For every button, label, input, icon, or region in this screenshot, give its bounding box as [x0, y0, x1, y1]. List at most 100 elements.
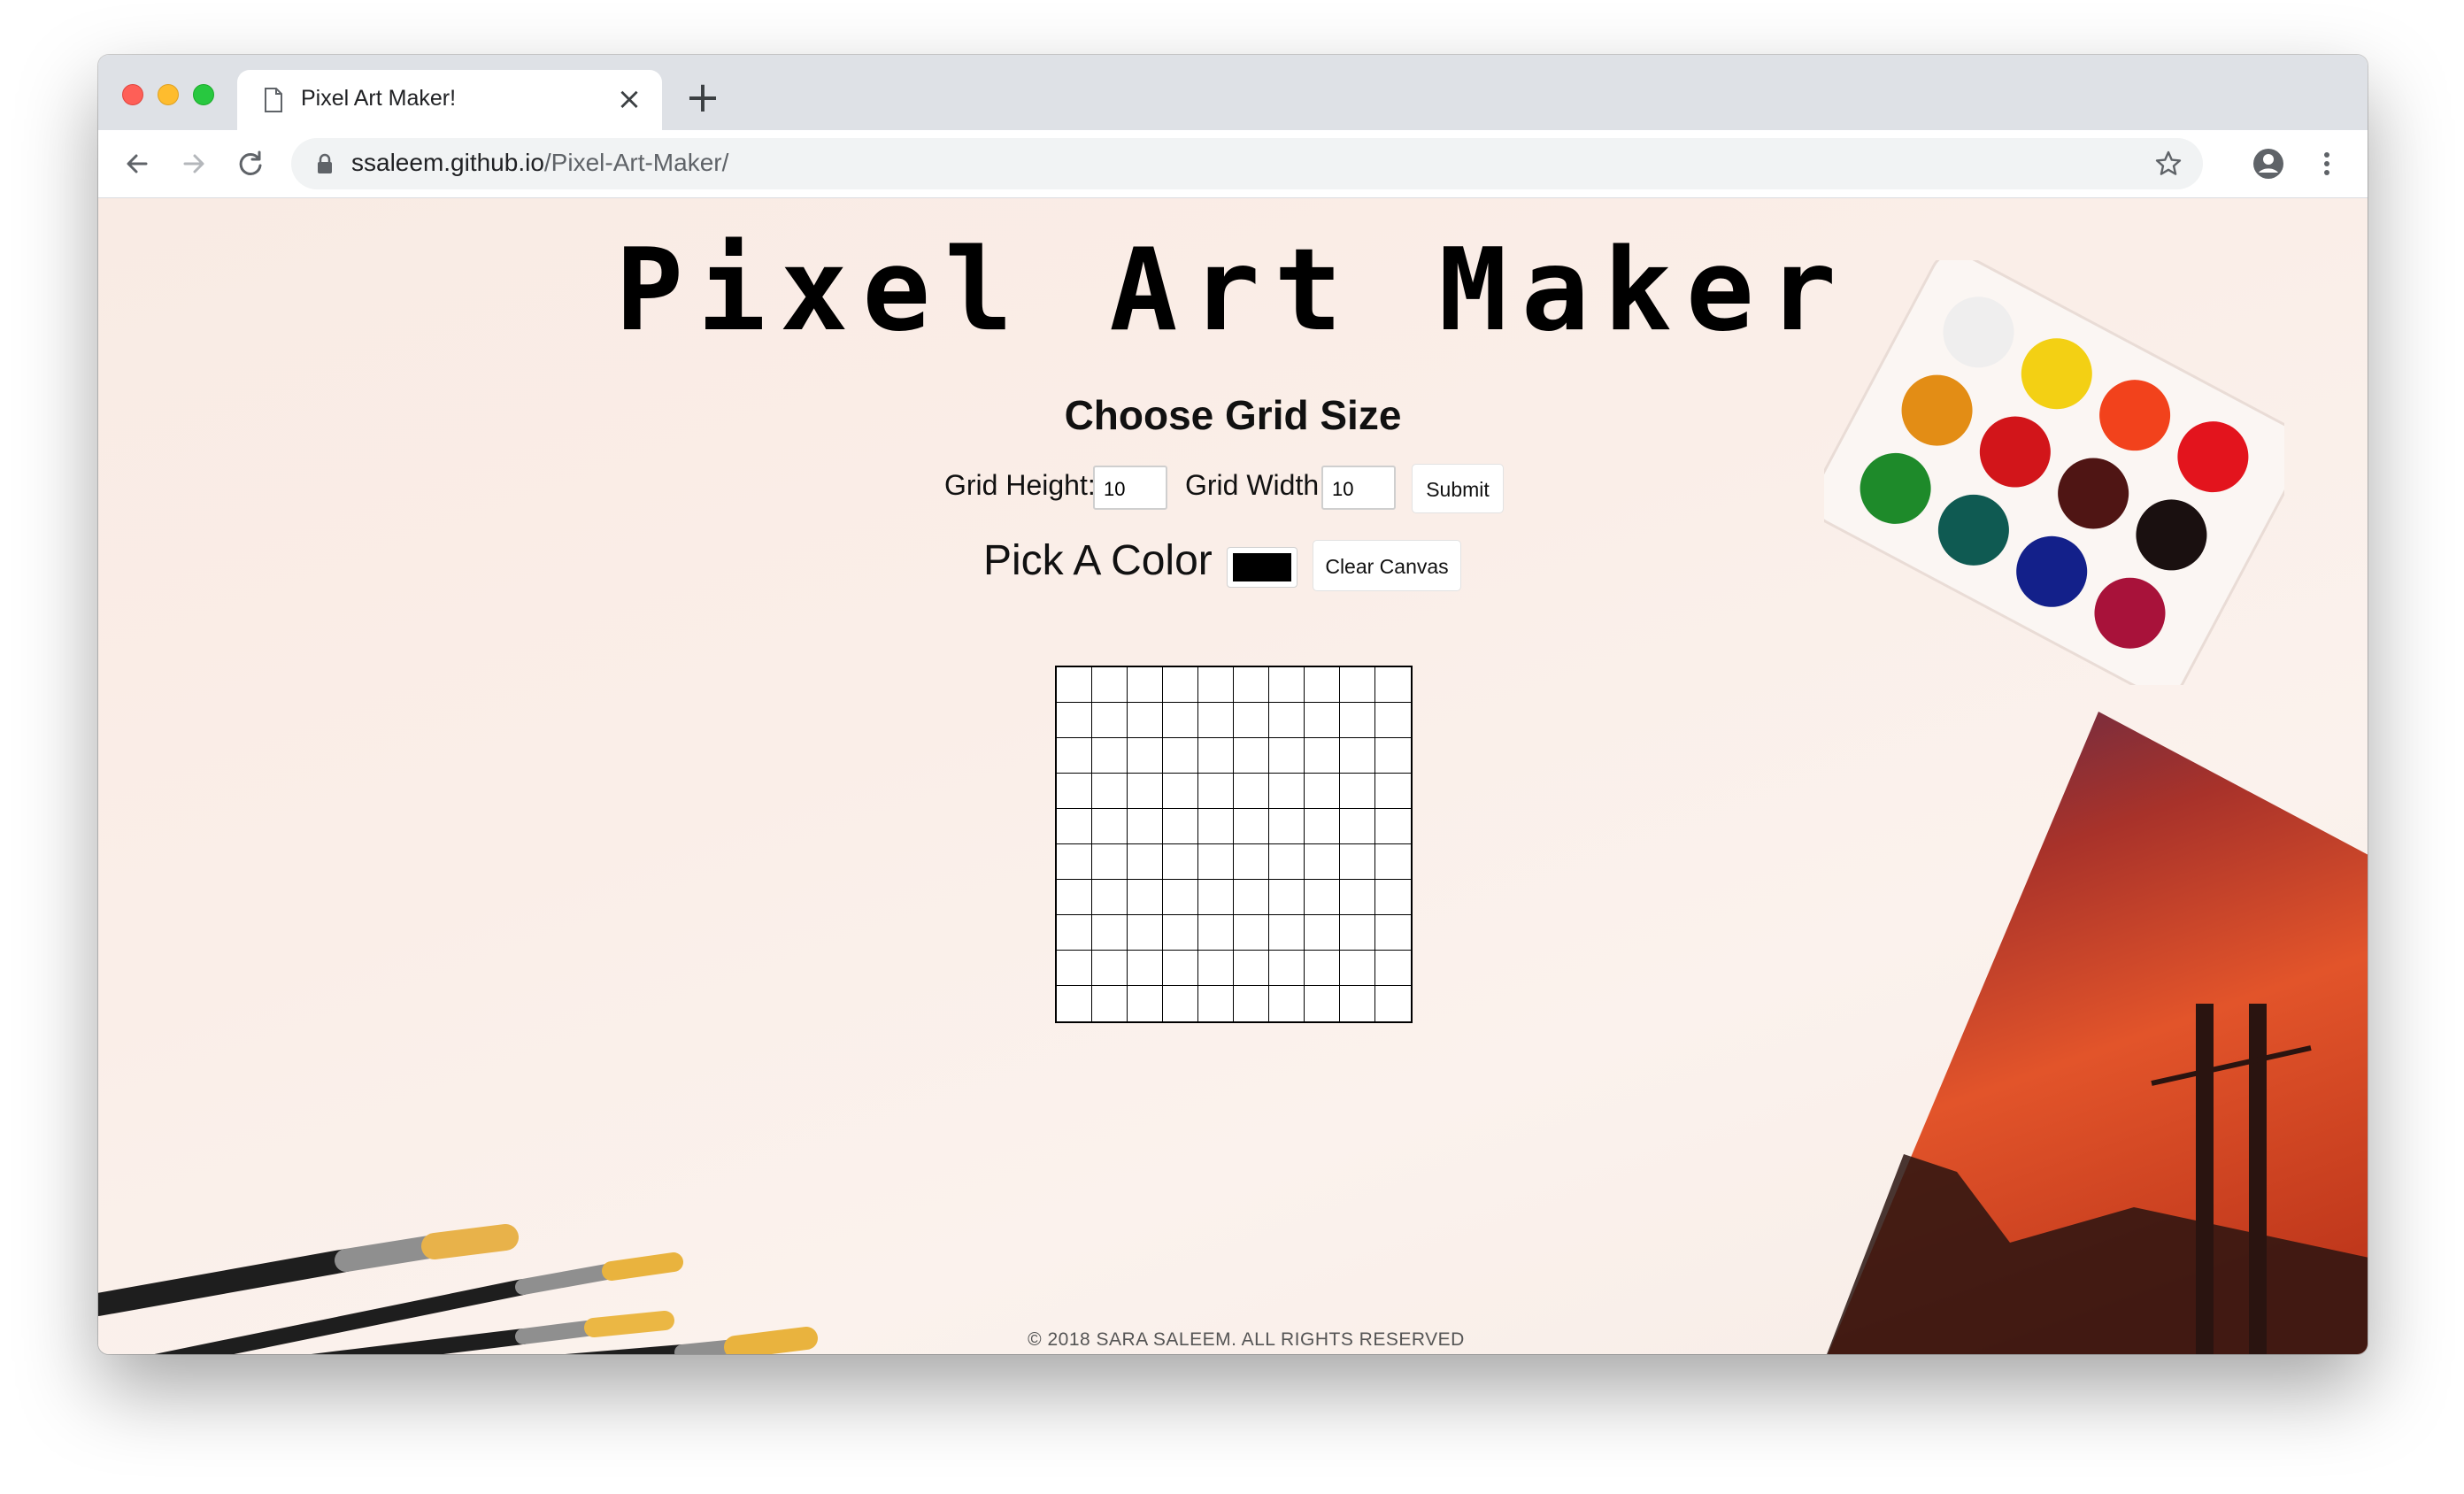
- grid-cell[interactable]: [1092, 809, 1128, 844]
- grid-cell[interactable]: [1128, 774, 1163, 809]
- grid-width-input[interactable]: 10: [1321, 466, 1396, 510]
- grid-cell[interactable]: [1234, 667, 1269, 703]
- grid-cell[interactable]: [1269, 880, 1305, 915]
- grid-cell[interactable]: [1057, 986, 1092, 1021]
- account-icon[interactable]: [2251, 146, 2286, 181]
- grid-cell[interactable]: [1340, 986, 1375, 1021]
- grid-cell[interactable]: [1163, 774, 1198, 809]
- grid-cell[interactable]: [1234, 915, 1269, 951]
- grid-cell[interactable]: [1198, 809, 1234, 844]
- grid-cell[interactable]: [1128, 915, 1163, 951]
- grid-cell[interactable]: [1340, 915, 1375, 951]
- grid-cell[interactable]: [1163, 880, 1198, 915]
- grid-cell[interactable]: [1057, 667, 1092, 703]
- grid-cell[interactable]: [1092, 951, 1128, 986]
- arrow-left-icon[interactable]: [119, 146, 155, 181]
- grid-cell[interactable]: [1375, 915, 1411, 951]
- minimize-window-button[interactable]: [158, 84, 179, 105]
- grid-cell[interactable]: [1234, 844, 1269, 880]
- grid-cell[interactable]: [1092, 986, 1128, 1021]
- reload-icon[interactable]: [233, 146, 268, 181]
- grid-cell[interactable]: [1198, 774, 1234, 809]
- grid-cell[interactable]: [1128, 951, 1163, 986]
- grid-cell[interactable]: [1305, 951, 1340, 986]
- grid-cell[interactable]: [1234, 951, 1269, 986]
- grid-cell[interactable]: [1163, 667, 1198, 703]
- grid-height-input[interactable]: 10: [1093, 466, 1167, 510]
- grid-cell[interactable]: [1269, 951, 1305, 986]
- grid-cell[interactable]: [1057, 915, 1092, 951]
- grid-cell[interactable]: [1269, 703, 1305, 738]
- grid-cell[interactable]: [1305, 915, 1340, 951]
- grid-cell[interactable]: [1340, 809, 1375, 844]
- grid-cell[interactable]: [1305, 809, 1340, 844]
- grid-cell[interactable]: [1057, 703, 1092, 738]
- grid-cell[interactable]: [1092, 738, 1128, 774]
- grid-cell[interactable]: [1198, 667, 1234, 703]
- maximize-window-button[interactable]: [193, 84, 214, 105]
- grid-cell[interactable]: [1234, 880, 1269, 915]
- grid-cell[interactable]: [1340, 951, 1375, 986]
- grid-cell[interactable]: [1092, 880, 1128, 915]
- grid-cell[interactable]: [1057, 738, 1092, 774]
- grid-cell[interactable]: [1198, 951, 1234, 986]
- grid-cell[interactable]: [1198, 880, 1234, 915]
- grid-cell[interactable]: [1234, 774, 1269, 809]
- grid-cell[interactable]: [1198, 738, 1234, 774]
- grid-cell[interactable]: [1128, 667, 1163, 703]
- grid-cell[interactable]: [1163, 915, 1198, 951]
- grid-cell[interactable]: [1234, 986, 1269, 1021]
- grid-cell[interactable]: [1375, 951, 1411, 986]
- star-icon[interactable]: [2153, 149, 2183, 179]
- grid-cell[interactable]: [1057, 951, 1092, 986]
- grid-cell[interactable]: [1269, 844, 1305, 880]
- grid-cell[interactable]: [1340, 703, 1375, 738]
- grid-cell[interactable]: [1057, 809, 1092, 844]
- grid-cell[interactable]: [1305, 844, 1340, 880]
- grid-cell[interactable]: [1375, 738, 1411, 774]
- grid-cell[interactable]: [1092, 915, 1128, 951]
- grid-cell[interactable]: [1340, 774, 1375, 809]
- grid-cell[interactable]: [1305, 738, 1340, 774]
- grid-cell[interactable]: [1375, 703, 1411, 738]
- arrow-right-icon[interactable]: [176, 146, 212, 181]
- grid-cell[interactable]: [1269, 809, 1305, 844]
- grid-cell[interactable]: [1234, 703, 1269, 738]
- grid-cell[interactable]: [1305, 667, 1340, 703]
- grid-cell[interactable]: [1198, 844, 1234, 880]
- grid-cell[interactable]: [1375, 880, 1411, 915]
- close-icon[interactable]: ×: [614, 84, 644, 114]
- grid-cell[interactable]: [1340, 844, 1375, 880]
- grid-cell[interactable]: [1092, 774, 1128, 809]
- grid-cell[interactable]: [1057, 880, 1092, 915]
- grid-cell[interactable]: [1057, 844, 1092, 880]
- grid-cell[interactable]: [1163, 703, 1198, 738]
- grid-cell[interactable]: [1340, 738, 1375, 774]
- grid-cell[interactable]: [1269, 774, 1305, 809]
- grid-cell[interactable]: [1340, 880, 1375, 915]
- grid-cell[interactable]: [1269, 986, 1305, 1021]
- grid-cell[interactable]: [1057, 774, 1092, 809]
- grid-cell[interactable]: [1375, 844, 1411, 880]
- grid-cell[interactable]: [1198, 986, 1234, 1021]
- grid-cell[interactable]: [1163, 738, 1198, 774]
- grid-cell[interactable]: [1305, 986, 1340, 1021]
- grid-cell[interactable]: [1163, 951, 1198, 986]
- grid-cell[interactable]: [1128, 809, 1163, 844]
- grid-cell[interactable]: [1305, 703, 1340, 738]
- grid-cell[interactable]: [1092, 703, 1128, 738]
- grid-cell[interactable]: [1375, 809, 1411, 844]
- close-window-button[interactable]: [122, 84, 143, 105]
- browser-tab[interactable]: Pixel Art Maker! ×: [237, 70, 662, 130]
- grid-cell[interactable]: [1269, 915, 1305, 951]
- grid-cell[interactable]: [1305, 880, 1340, 915]
- grid-cell[interactable]: [1128, 986, 1163, 1021]
- submit-button[interactable]: Submit: [1412, 464, 1504, 513]
- grid-cell[interactable]: [1375, 667, 1411, 703]
- color-picker-input[interactable]: [1227, 547, 1297, 588]
- grid-cell[interactable]: [1198, 703, 1234, 738]
- clear-canvas-button[interactable]: Clear Canvas: [1313, 540, 1461, 591]
- grid-cell[interactable]: [1163, 809, 1198, 844]
- grid-cell[interactable]: [1128, 844, 1163, 880]
- grid-cell[interactable]: [1128, 880, 1163, 915]
